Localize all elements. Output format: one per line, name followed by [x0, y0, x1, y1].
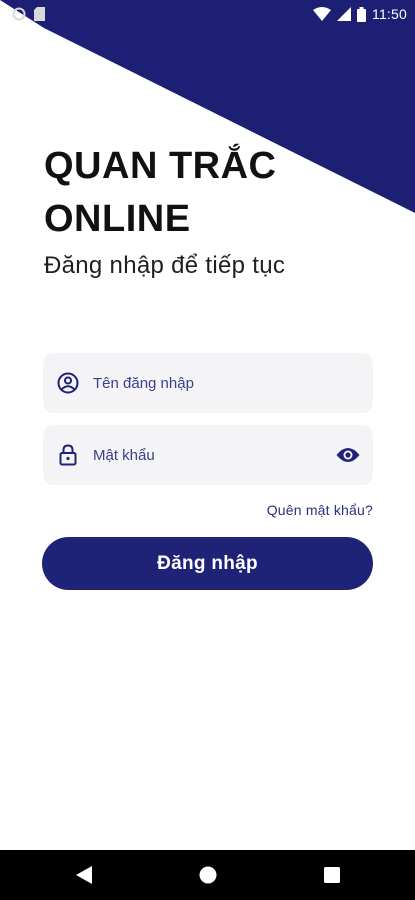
app-title: QUAN TRẮC ONLINE — [44, 145, 277, 240]
login-button[interactable]: Đăng nhập — [42, 537, 373, 590]
login-screen: 11:50 QUAN TRẮC ONLINE Đăng nhập để tiếp… — [0, 0, 415, 900]
back-button[interactable] — [22, 850, 146, 900]
password-placeholder: Mật khẩu — [93, 446, 155, 464]
status-bar: 11:50 — [0, 0, 415, 28]
login-subtitle: Đăng nhập để tiếp tục — [44, 252, 286, 279]
home-button[interactable] — [146, 850, 270, 900]
circle-status-icon — [12, 7, 26, 21]
password-field[interactable]: Mật khẩu — [43, 425, 373, 485]
forgot-password-link[interactable]: Quên mật khẩu? — [267, 502, 373, 518]
account-circle-icon — [57, 372, 79, 394]
sim-card-icon — [34, 7, 45, 21]
username-placeholder: Tên đăng nhập — [93, 374, 194, 392]
recents-button[interactable] — [270, 850, 394, 900]
status-time: 11:50 — [372, 6, 407, 22]
recents-square-icon — [323, 867, 340, 883]
wifi-icon — [313, 7, 331, 21]
lock-icon — [57, 444, 79, 466]
eye-icon[interactable] — [335, 442, 361, 468]
back-triangle-icon — [75, 866, 92, 884]
title-block: QUAN TRẮC ONLINE Đăng nhập để tiếp tục — [44, 140, 384, 280]
system-nav-bar — [0, 850, 415, 900]
home-circle-icon — [199, 866, 216, 884]
battery-icon — [357, 6, 366, 22]
signal-icon — [337, 7, 351, 21]
username-field[interactable]: Tên đăng nhập — [43, 353, 373, 413]
